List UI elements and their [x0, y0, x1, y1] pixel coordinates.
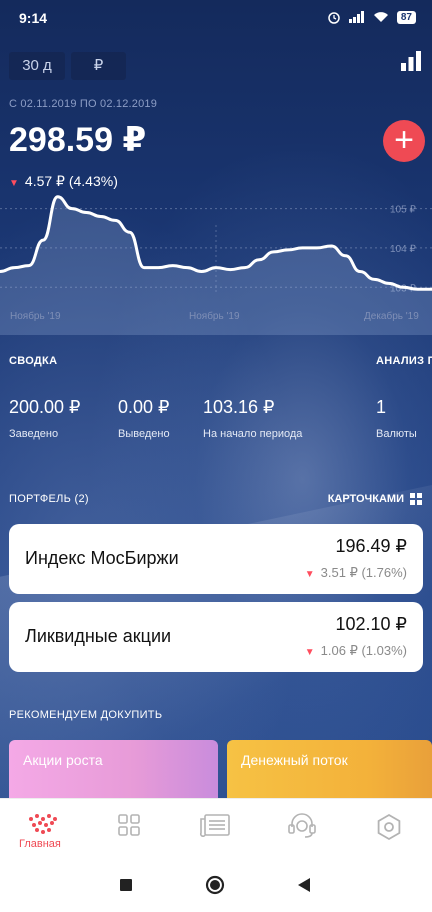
nav-home-label: Главная — [19, 838, 61, 850]
bottom-nav — [0, 798, 432, 860]
battery-indicator: 87 — [396, 10, 416, 24]
system-nav — [0, 860, 432, 912]
summary-withdrawn-label: Выведено — [118, 428, 170, 440]
nav-support[interactable] — [282, 813, 322, 844]
period-selector[interactable]: 30 д — [9, 52, 65, 80]
y-tick-label: 105 ₽ — [390, 205, 416, 216]
signal-icon — [348, 11, 364, 23]
settings-icon — [377, 813, 401, 841]
portfolio-card[interactable]: Индекс МосБиржи 196.49 ₽ ▼ 3.51 ₽ (1.76%) — [9, 524, 423, 594]
home-button-icon[interactable] — [205, 875, 225, 895]
analysis-title[interactable]: АНАЛИЗ П — [376, 355, 432, 367]
nav-news[interactable] — [195, 813, 235, 842]
summary-start-value: 103.16 ₽ — [203, 397, 275, 417]
bar-chart-icon[interactable] — [400, 50, 422, 72]
y-tick-label: 104 ₽ — [390, 244, 416, 255]
support-icon — [288, 813, 316, 838]
nav-home[interactable] — [23, 813, 63, 840]
portfolio-title: ПОРТФЕЛЬ (2) — [9, 493, 89, 505]
status-bar: 9:14 87 — [0, 0, 432, 36]
card-name: Ликвидные акции — [25, 626, 172, 646]
x-tick-label: Ноябрь '19 — [10, 311, 61, 322]
recommend-card-cashflow[interactable]: Денежный поток — [227, 740, 432, 798]
news-icon — [199, 814, 230, 838]
summary-deposited-label: Заведено — [9, 428, 59, 440]
view-toggle[interactable]: КАРТОЧКАМИ — [328, 493, 422, 505]
card-amount: 102.10 ₽ — [335, 614, 407, 634]
card-change: ▼ 3.51 ₽ (1.76%) — [305, 565, 407, 581]
x-tick-label: Декабрь '19 — [364, 311, 419, 322]
recommend-card-label: Акции роста — [23, 752, 103, 768]
down-arrow-icon: ▼ — [304, 569, 315, 580]
portfolio-value: 298.59 ₽ — [9, 121, 147, 159]
view-toggle-label: КАРТОЧКАМИ — [327, 493, 404, 505]
grid-view-icon — [410, 493, 422, 505]
card-change-text: 1.06 ₽ (1.03%) — [320, 643, 407, 658]
recommend-card-label: Денежный поток — [241, 752, 348, 768]
alarm-icon — [328, 12, 340, 24]
summary-withdrawn-value: 0.00 ₽ — [118, 397, 170, 417]
wifi-icon — [373, 12, 388, 22]
nav-grid[interactable] — [109, 813, 149, 842]
home-icon — [29, 814, 57, 834]
down-arrow-icon: ▼ — [304, 647, 315, 658]
recommend-title: РЕКОМЕНДУЕМ ДОКУПИТЬ — [9, 709, 163, 721]
recents-icon[interactable] — [119, 878, 133, 892]
portfolio-card[interactable]: Ликвидные акции 102.10 ₽ ▼ 1.06 ₽ (1.03%) — [9, 602, 423, 672]
grid-icon — [118, 814, 140, 836]
x-tick-label: Ноябрь '19 — [189, 311, 240, 322]
summary-title: СВОДКА — [9, 355, 58, 367]
summary-deposited-value: 200.00 ₽ — [9, 397, 81, 417]
currency-selector[interactable]: ₽ — [71, 52, 126, 80]
card-change: ▼ 1.06 ₽ (1.03%) — [305, 643, 407, 659]
summary-start-label: На начало периода — [203, 428, 303, 440]
recommend-card-growth[interactable]: Акции роста — [9, 740, 218, 798]
nav-settings[interactable] — [369, 813, 409, 846]
date-range: С 02.11.2019 ПО 02.12.2019 — [9, 98, 158, 110]
card-amount: 196.49 ₽ — [335, 536, 407, 556]
status-icons: 87 — [327, 10, 416, 24]
summary-currencies-value: 1 — [376, 397, 387, 417]
card-name: Индекс МосБиржи — [25, 548, 179, 568]
summary-currencies-label: Валюты — [376, 428, 417, 440]
back-icon[interactable] — [297, 877, 311, 893]
add-button[interactable]: + — [383, 120, 425, 162]
card-change-text: 3.51 ₽ (1.76%) — [320, 565, 407, 580]
status-time: 9:14 — [19, 10, 48, 26]
